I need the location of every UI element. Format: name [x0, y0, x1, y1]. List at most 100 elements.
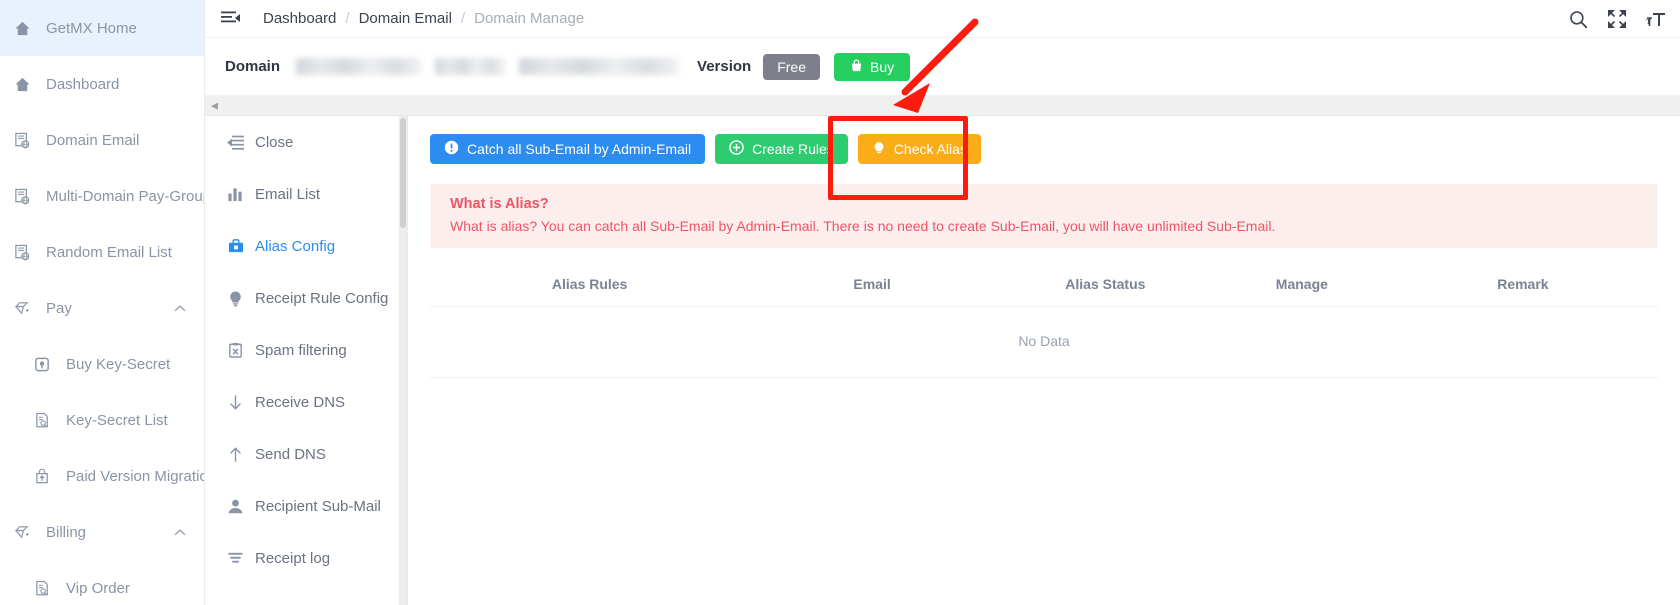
upload-bag-icon: [34, 466, 60, 486]
home-icon: [14, 18, 40, 38]
exclamation-circle-icon: [444, 140, 459, 158]
arrow-down-icon: [227, 394, 251, 411]
bar-chart-icon: [227, 186, 251, 203]
sidebar-item-pay[interactable]: Pay: [0, 280, 204, 336]
main-region: Dashboard / Domain Email / Domain Manage: [205, 0, 1680, 605]
sidebar-item-label: Dashboard: [46, 75, 120, 93]
breadcrumb-item-dashboard[interactable]: Dashboard: [263, 10, 336, 27]
inner-menu-item-label: Send DNS: [255, 445, 326, 463]
buy-button[interactable]: Buy: [834, 52, 911, 81]
domain-value-redacted-1: [296, 58, 422, 75]
column-header-alias-rules: Alias Rules: [430, 262, 750, 307]
text-size-icon[interactable]: т: [1646, 10, 1666, 28]
sidebar-item-label: Buy Key-Secret: [66, 355, 171, 373]
button-catch-all-sub-email-by-admin-email[interactable]: Catch all Sub-Email by Admin-Email: [430, 134, 706, 164]
button-check-alias[interactable]: Check Alias: [857, 134, 981, 164]
collapse-left-icon[interactable]: ◀: [211, 101, 218, 110]
inner-menu-item-label: Spam filtering: [255, 341, 347, 359]
alert-description: What is alias? You can catch all Sub-Ema…: [450, 218, 1276, 234]
breadcrumb: Dashboard / Domain Email / Domain Manage: [263, 10, 584, 27]
inner-menu-item-label: Receive DNS: [255, 393, 346, 411]
domain-bar: Domain Version Free Buy: [205, 38, 1680, 96]
inner-menu-scrollbar[interactable]: ▲: [399, 116, 407, 605]
scrollbar-thumb[interactable]: [400, 118, 406, 228]
diamond-icon: [14, 522, 40, 542]
action-button-row: Catch all Sub-Email by Admin-Email Create…: [430, 134, 1658, 164]
domain-mail-icon: [14, 130, 40, 150]
lightbulb-icon: [227, 290, 251, 307]
alias-table: Alias Rules Email Alias Status Manage Remark…: [430, 262, 1658, 378]
domain-label: Domain: [225, 58, 281, 75]
inner-menu-item-label: Recipient Sub-Mail: [255, 497, 381, 515]
breadcrumb-separator: /: [345, 10, 350, 27]
column-header-manage: Manage: [1215, 262, 1388, 307]
plus-circle-icon: [729, 140, 744, 158]
column-header-remark: Remark: [1387, 262, 1658, 307]
sidebar-item-paid-version-migration[interactable]: Paid Version Migration: [0, 448, 204, 504]
sidebar-item-key-secret-list[interactable]: Key-Secret List: [0, 392, 204, 448]
inner-menu-item-receipt-log[interactable]: Receipt log: [205, 532, 399, 584]
column-header-email: Email: [749, 262, 995, 307]
button-label: Create Rules: [752, 141, 834, 157]
button-create-rules[interactable]: Create Rules: [715, 134, 848, 164]
app-root: GetMX Home Dashboard Domain Email Multi-Dom…: [0, 0, 1680, 605]
breadcrumb-item-domain-manage: Domain Manage: [474, 10, 585, 27]
sidebar-item-label: Pay: [46, 299, 72, 317]
domain-mail-icon: [14, 186, 40, 206]
table-header-row: Alias Rules Email Alias Status Manage Remark: [430, 262, 1658, 307]
sidebar-item-label: Key-Secret List: [66, 411, 168, 429]
version-label: Version: [697, 58, 752, 75]
close-panel-icon: [227, 134, 251, 151]
lightbulb-icon: [872, 141, 886, 158]
topbar-icons: т: [1569, 0, 1666, 38]
inner-menu-item-label: Receipt Rule Config: [255, 289, 389, 307]
home-icon: [14, 74, 40, 94]
alias-info-alert: What is Alias? What is alias? You can ca…: [430, 184, 1658, 248]
inner-menu-item-label: Receipt log: [255, 549, 331, 567]
breadcrumb-item-domain-email[interactable]: Domain Email: [359, 10, 452, 27]
fullscreen-icon[interactable]: [1608, 10, 1626, 28]
chevron-up-icon[interactable]: [174, 524, 186, 541]
sidebar-item-domain-email[interactable]: Domain Email: [0, 112, 204, 168]
domain-value-redacted-2: [435, 58, 506, 75]
sidebar-item-label: Vip Order: [66, 579, 130, 597]
shopping-bag-icon: [850, 58, 863, 75]
domain-value-redacted-3: [519, 58, 680, 75]
domain-inner-menu: Close Email List Alias Config Receipt Rule …: [205, 116, 408, 605]
domain-mail-icon: [14, 242, 40, 262]
inner-menu-item-alias-config[interactable]: Alias Config: [205, 220, 399, 272]
button-label: Catch all Sub-Email by Admin-Email: [467, 141, 692, 157]
search-icon[interactable]: [1569, 10, 1588, 29]
sidebar-item-buy-key-secret[interactable]: Buy Key-Secret: [0, 336, 204, 392]
sidebar-item-label: Multi-Domain Pay-Group: [46, 187, 205, 205]
sidebar-item-vip-order[interactable]: Vip Order: [0, 560, 204, 605]
sidebar-item-dashboard[interactable]: Dashboard: [0, 56, 204, 112]
sidebar-item-getmx-home[interactable]: GetMX Home: [0, 0, 204, 56]
inner-menu-item-receive-dns[interactable]: Receive DNS: [205, 376, 399, 428]
keycase-icon: [34, 354, 60, 374]
inner-menu-item-receipt-rule-config[interactable]: Receipt Rule Config: [205, 272, 399, 324]
inner-menu-item-spam-filtering[interactable]: Spam filtering: [205, 324, 399, 376]
sidebar-item-label: Paid Version Migration: [66, 467, 205, 485]
sidebar-item-billing[interactable]: Billing: [0, 504, 204, 560]
sidebar-item-multi-domain-pay-group[interactable]: Multi-Domain Pay-Group: [0, 168, 204, 224]
inner-menu-item-label: Alias Config: [255, 237, 336, 255]
sidebar-item-label: Random Email List: [46, 243, 172, 261]
sidebar-item-label: Billing: [46, 523, 87, 541]
inner-menu-item-email-list[interactable]: Email List: [205, 168, 399, 220]
inner-menu-item-send-dns[interactable]: Send DNS: [205, 428, 399, 480]
inner-menu-item-label: Close: [255, 133, 294, 151]
table-body: No Data: [430, 306, 1658, 378]
sidebar-item-random-email-list[interactable]: Random Email List: [0, 224, 204, 280]
chevron-up-icon[interactable]: [174, 300, 186, 317]
inner-menu-item-close[interactable]: Close: [205, 116, 399, 168]
buy-button-label: Buy: [870, 58, 895, 75]
hamburger-collapse-icon[interactable]: [219, 8, 241, 30]
version-chip-free[interactable]: Free: [763, 53, 821, 80]
inner-menu-item-recipient-sub-mail[interactable]: Recipient Sub-Mail: [205, 480, 399, 532]
briefcase-icon: [227, 238, 251, 255]
table-empty-row: No Data: [430, 306, 1658, 378]
inner-menu-item-label: Email List: [255, 185, 321, 203]
spam-block-icon: [227, 342, 251, 359]
sidebar-item-label: Domain Email: [46, 131, 140, 149]
